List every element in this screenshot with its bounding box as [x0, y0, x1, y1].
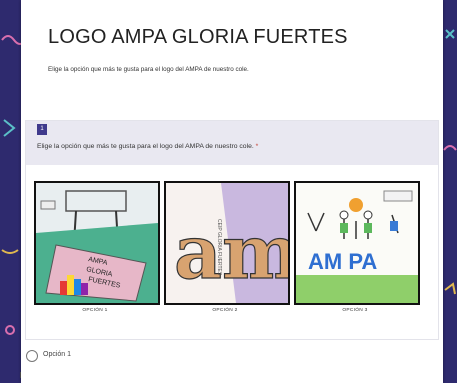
- option-3-drawing: AM PA: [296, 183, 418, 303]
- question-text-label: Elige la opción que más te gusta para el…: [37, 143, 254, 150]
- option-2-caption: OPCIÓN 2: [212, 308, 238, 313]
- required-marker: *: [255, 143, 259, 150]
- form-title: LOGO AMPA GLORIA FUERTES: [48, 26, 348, 48]
- question-number-badge: 1: [37, 124, 47, 135]
- option-1-drawing: AMPA GLORIA FUERTES: [36, 183, 158, 303]
- option-2-image: am CEIP GLORIA FUERTES: [164, 181, 290, 305]
- question-text: Elige la opción que más te gusta para el…: [37, 143, 258, 150]
- option-1-caption: OPCIÓN 1: [82, 308, 108, 313]
- option-images: AMPA GLORIA FUERTES OPCIÓN 1 am CEIP GLO…: [34, 181, 430, 313]
- question-card: 1 Elige la opción que más te gusta para …: [25, 120, 439, 340]
- option-2-drawing: am CEIP GLORIA FUERTES: [166, 183, 288, 303]
- img2-letters: am: [174, 210, 288, 296]
- radio-button-option-1[interactable]: [26, 350, 38, 362]
- question-header: 1 Elige la opción que más te gusta para …: [26, 121, 438, 165]
- option-3-caption: OPCIÓN 3: [342, 308, 368, 313]
- option-1-image: AMPA GLORIA FUERTES: [34, 181, 160, 305]
- img2-side-text: CEIP GLORIA FUERTES: [216, 219, 222, 276]
- option-3-image: AM PA: [294, 181, 420, 305]
- form-description: Elige la opción que más te gusta para el…: [48, 66, 249, 73]
- answer-option-label: Opción 1: [43, 351, 72, 358]
- img3-letters: AM PA: [308, 249, 377, 274]
